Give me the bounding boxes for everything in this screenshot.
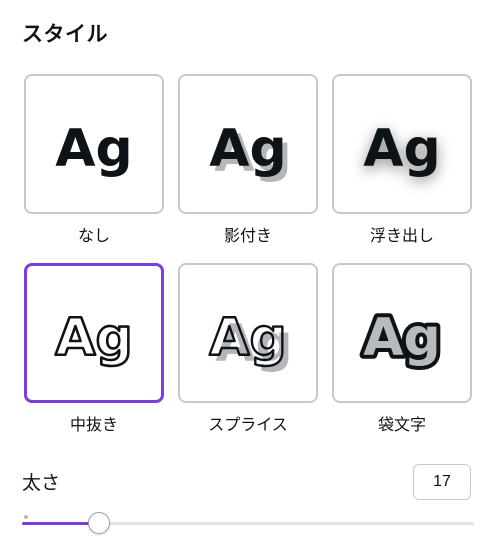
style-option-none[interactable]: Ag なし (24, 74, 164, 263)
style-preview-splice: Ag Ag (208, 307, 293, 374)
style-preview-lift: Ag Ag (363, 119, 440, 183)
style-label-splice: スプライス (208, 415, 288, 434)
style-preview-none: Ag (55, 119, 132, 179)
style-label-hollow: 中抜き (69, 415, 118, 434)
preview-text: Ag (55, 119, 132, 179)
panel-title: スタイル (22, 22, 108, 46)
slider-thumb[interactable] (88, 512, 110, 534)
preview-text: Ag (209, 308, 286, 368)
style-grid: Ag なし Ag Ag 影付き Ag Ag 浮き出し Ag 中抜き Ag Ag … (24, 74, 472, 452)
style-preview-shadow: Ag Ag (209, 119, 291, 184)
preview-text: Ag (209, 119, 286, 179)
thickness-label: 太さ (22, 472, 61, 494)
thickness-input[interactable] (413, 464, 471, 500)
style-label-none: なし (77, 226, 110, 245)
style-preview-outline: Ag (359, 304, 444, 372)
preview-text: Ag (363, 308, 440, 368)
style-preview-hollow: Ag (54, 307, 134, 370)
style-option-splice[interactable]: Ag Ag スプライス (178, 263, 318, 452)
style-label-shadow: 影付き (223, 226, 272, 245)
preview-text: Ag (55, 308, 132, 368)
preview-text: Ag (363, 119, 440, 179)
style-tile-lift[interactable]: Ag Ag (332, 74, 472, 214)
style-tile-splice[interactable]: Ag Ag (178, 263, 318, 403)
style-option-lift[interactable]: Ag Ag 浮き出し (332, 74, 472, 263)
style-label-outline: 袋文字 (377, 415, 426, 434)
style-tile-hollow[interactable]: Ag (24, 263, 164, 403)
style-tile-shadow[interactable]: Ag Ag (178, 74, 318, 214)
thickness-slider[interactable] (22, 511, 474, 537)
style-option-hollow[interactable]: Ag 中抜き (24, 263, 164, 452)
style-tile-outline[interactable]: Ag (332, 263, 472, 403)
style-option-outline[interactable]: Ag 袋文字 (332, 263, 472, 452)
style-label-lift: 浮き出し (369, 226, 434, 245)
style-option-shadow[interactable]: Ag Ag 影付き (178, 74, 318, 263)
style-tile-none[interactable]: Ag (24, 74, 164, 214)
slider-start-dot (24, 515, 28, 519)
